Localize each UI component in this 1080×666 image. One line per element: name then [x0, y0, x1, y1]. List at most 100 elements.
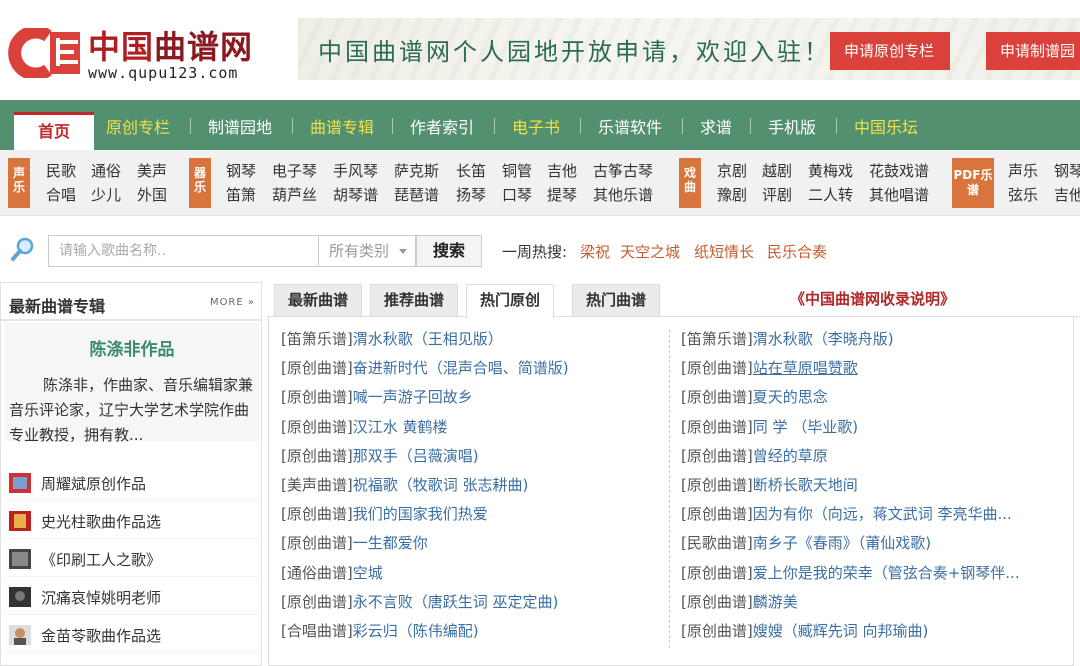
- song-category-tag[interactable]: [原创曲谱]: [281, 593, 353, 611]
- song-category-tag[interactable]: [原创曲谱]: [281, 359, 353, 377]
- album-list-label[interactable]: 沉痛哀悼姚明老师: [41, 587, 161, 608]
- song-list-item[interactable]: [原创曲谱]那双手（吕薇演唱): [281, 445, 479, 466]
- hot-search-link[interactable]: 梁祝: [580, 241, 610, 262]
- category-link[interactable]: 黄梅戏: [808, 160, 853, 181]
- song-list-item[interactable]: [原创曲谱]爱上你是我的荣幸（管弦合奏+钢琴伴...: [681, 562, 1020, 583]
- song-category-tag[interactable]: [合唱曲谱]: [281, 622, 353, 640]
- song-list-item[interactable]: [民歌曲谱]南乡子《春雨》（莆仙戏歌): [681, 532, 931, 553]
- category-link[interactable]: 豫剧: [717, 184, 747, 205]
- album-list-label[interactable]: 史光柱歌曲作品选: [41, 511, 161, 532]
- song-list-item[interactable]: [原创曲谱]永不言败（唐跃生词 巫定定曲): [281, 591, 558, 612]
- song-category-tag[interactable]: [笛箫乐谱]: [681, 330, 753, 348]
- category-link[interactable]: 外国: [137, 184, 167, 205]
- song-title-link[interactable]: 嫂嫂（臧辉先词 向邦瑜曲): [753, 622, 929, 640]
- category-link[interactable]: 铜管: [502, 160, 532, 181]
- nav-item-request-score[interactable]: 求谱: [700, 114, 732, 138]
- song-list-item[interactable]: [原创曲谱]喊一声游子回故乡: [281, 386, 473, 407]
- featured-album[interactable]: 陈涤非作品 陈涤非，作曲家、音乐编辑家兼音乐评论家，辽宁大学艺术学院作曲专业教授…: [5, 323, 259, 444]
- search-category-select[interactable]: 所有类别: [318, 235, 416, 267]
- category-link[interactable]: 其他唱谱: [869, 184, 929, 205]
- nav-item-mobile[interactable]: 手机版: [768, 114, 816, 138]
- song-title-link[interactable]: 空城: [353, 564, 383, 582]
- song-list-item[interactable]: [通俗曲谱]空城: [281, 562, 383, 583]
- category-link[interactable]: 吉他: [547, 160, 577, 181]
- song-title-link[interactable]: 曾经的草原: [753, 447, 828, 465]
- song-category-tag[interactable]: [笛箫乐谱]: [281, 330, 353, 348]
- song-title-link[interactable]: 汉江水 黄鹤楼: [353, 418, 448, 436]
- song-title-link[interactable]: 彩云归（陈伟编配): [353, 622, 479, 640]
- song-list-item[interactable]: [原创曲谱]一生都爱你: [281, 532, 428, 553]
- song-category-tag[interactable]: [原创曲谱]: [281, 505, 353, 523]
- category-link[interactable]: 电子琴: [272, 160, 317, 181]
- song-category-tag[interactable]: [原创曲谱]: [681, 359, 753, 377]
- song-list-item[interactable]: [原创曲谱]奋进新时代（混声合唱、简谱版): [281, 357, 569, 378]
- song-list-item[interactable]: [合唱曲谱]彩云归（陈伟编配): [281, 620, 479, 641]
- hot-search-link[interactable]: 天空之城: [620, 241, 680, 262]
- category-link[interactable]: 提琴: [547, 184, 577, 205]
- category-link[interactable]: 古筝古琴: [593, 160, 653, 181]
- nav-item-score-software[interactable]: 乐谱软件: [598, 114, 662, 138]
- song-category-tag[interactable]: [原创曲谱]: [681, 593, 753, 611]
- category-link[interactable]: 民歌: [46, 160, 76, 181]
- hot-search-link[interactable]: 纸短情长: [694, 241, 754, 262]
- song-title-link[interactable]: 夏天的思念: [753, 388, 828, 406]
- song-title-link[interactable]: 站在草原唱赞歌: [753, 359, 858, 377]
- nav-item-music-forum[interactable]: 中国乐坛: [854, 114, 918, 138]
- apply-original-column-button[interactable]: 申请原创专栏: [830, 32, 950, 70]
- category-link[interactable]: 少儿: [91, 184, 121, 205]
- song-category-tag[interactable]: [原创曲谱]: [681, 476, 753, 494]
- song-category-tag[interactable]: [原创曲谱]: [281, 388, 353, 406]
- song-list-item[interactable]: [原创曲谱]断桥长歌天地间: [681, 474, 858, 495]
- nav-item-ebook[interactable]: 电子书: [512, 114, 560, 138]
- category-link[interactable]: 手风琴: [333, 160, 378, 181]
- album-list-label[interactable]: 《印刷工人之歌》: [41, 549, 161, 570]
- song-category-tag[interactable]: [民歌曲谱]: [681, 534, 753, 552]
- song-list-item[interactable]: [原创曲谱]嫂嫂（臧辉先词 向邦瑜曲): [681, 620, 928, 641]
- category-link[interactable]: 其他乐谱: [593, 184, 653, 205]
- song-title-link[interactable]: 那双手（吕薇演唱): [353, 447, 479, 465]
- song-list-item[interactable]: [原创曲谱]夏天的思念: [681, 386, 828, 407]
- song-title-link[interactable]: 南乡子《春雨》（莆仙戏歌): [753, 534, 931, 552]
- song-title-link[interactable]: 渭水秋歌（王相见版）: [353, 330, 503, 348]
- featured-album-title[interactable]: 陈涤非作品: [5, 335, 259, 360]
- song-category-tag[interactable]: [原创曲谱]: [681, 622, 753, 640]
- song-title-link[interactable]: 同 学 （毕业歌): [753, 418, 858, 436]
- category-link[interactable]: 声乐: [1008, 160, 1038, 181]
- song-title-link[interactable]: 一生都爱你: [353, 534, 428, 552]
- song-category-tag[interactable]: [原创曲谱]: [681, 418, 753, 436]
- song-title-link[interactable]: 喊一声游子回故乡: [353, 388, 473, 406]
- more-link[interactable]: MORE »: [210, 297, 255, 308]
- song-list-item[interactable]: [原创曲谱]同 学 （毕业歌): [681, 416, 858, 437]
- nav-item-score-garden[interactable]: 制谱园地: [208, 114, 272, 138]
- category-link[interactable]: 扬琴: [456, 184, 486, 205]
- category-link[interactable]: 合唱: [46, 184, 76, 205]
- promo-banner[interactable]: 中国曲谱网个人园地开放申请，欢迎入驻！ 申请原创专栏 申请制谱园: [298, 18, 1080, 80]
- tab-popular-original[interactable]: 热门原创: [466, 284, 554, 318]
- song-list-item[interactable]: [笛箫乐谱]渭水秋歌（李晓舟版): [681, 328, 894, 349]
- nav-item-author-index[interactable]: 作者索引: [410, 114, 474, 138]
- song-category-tag[interactable]: [原创曲谱]: [281, 418, 353, 436]
- song-list-item[interactable]: [原创曲谱]我们的国家我们热爱: [281, 503, 488, 524]
- song-title-link[interactable]: 祝福歌（牧歌词 张志耕曲): [353, 476, 529, 494]
- song-title-link[interactable]: 渭水秋歌（李晓舟版): [753, 330, 894, 348]
- hot-search-link[interactable]: 民乐合奏: [767, 241, 827, 262]
- inclusion-notice-link[interactable]: 《中国曲谱网收录说明》: [790, 288, 955, 309]
- song-title-link[interactable]: 麟游美: [753, 593, 798, 611]
- nav-item-score-album[interactable]: 曲谱专辑: [310, 114, 374, 138]
- song-category-tag[interactable]: [原创曲谱]: [681, 447, 753, 465]
- song-category-tag[interactable]: [原创曲谱]: [681, 505, 753, 523]
- song-category-tag[interactable]: [原创曲谱]: [281, 447, 353, 465]
- category-link[interactable]: 钢琴: [226, 160, 256, 181]
- category-link[interactable]: 评剧: [762, 184, 792, 205]
- album-list-item[interactable]: 沉痛哀悼姚明老师: [5, 578, 259, 615]
- category-link[interactable]: 胡琴谱: [333, 184, 378, 205]
- tab-recommended-scores[interactable]: 推荐曲谱: [370, 284, 458, 316]
- category-link[interactable]: 二人转: [808, 184, 853, 205]
- song-list-item[interactable]: [原创曲谱]曾经的草原: [681, 445, 828, 466]
- song-list-item[interactable]: [原创曲谱]因为有你（向远，蒋文武词 李亮华曲...: [681, 503, 1012, 524]
- category-link[interactable]: 越剧: [762, 160, 792, 181]
- nav-item-home[interactable]: 首页: [14, 112, 94, 150]
- tab-popular-scores[interactable]: 热门曲谱: [572, 284, 660, 316]
- song-title-link[interactable]: 因为有你（向远，蒋文武词 李亮华曲...: [753, 505, 1012, 523]
- song-list-item[interactable]: [原创曲谱]麟游美: [681, 591, 798, 612]
